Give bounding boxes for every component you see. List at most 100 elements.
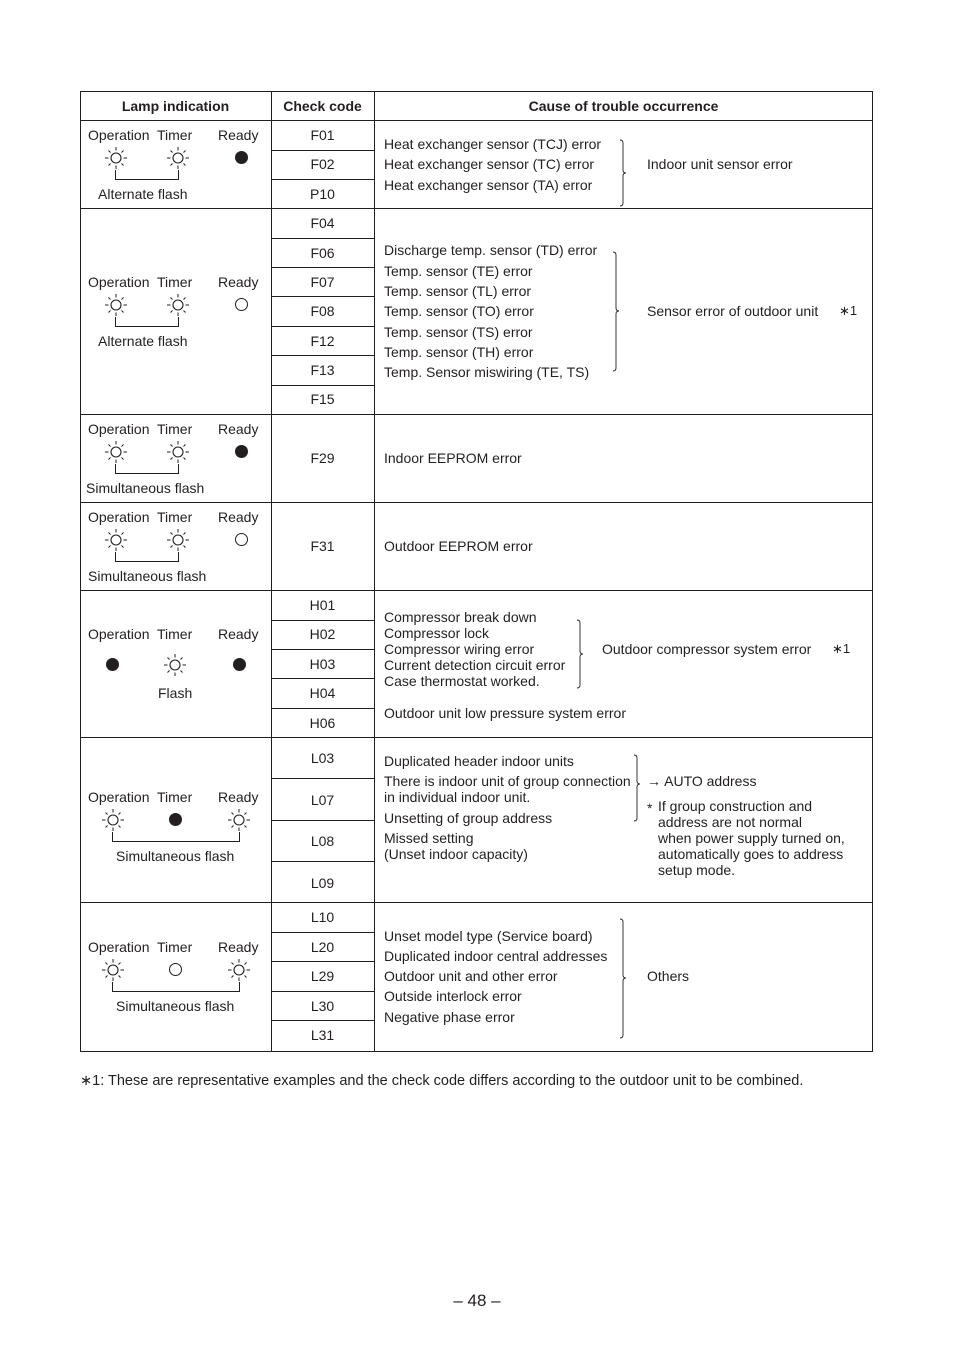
check-code: L07	[310, 792, 335, 808]
cause-text: There is indoor unit of group connection	[384, 773, 631, 789]
cause-text: Discharge temp. sensor (TD) error	[384, 242, 598, 258]
group-divider	[80, 590, 873, 591]
flash-pattern-label: Simultaneous flash	[116, 848, 235, 864]
cause-text: Unset model type (Service board)	[384, 928, 593, 944]
code-divider	[271, 861, 374, 862]
flash-pattern-label: Simultaneous flash	[116, 998, 235, 1014]
check-code: L09	[310, 875, 335, 891]
check-code: L10	[310, 909, 335, 925]
flash-link-bracket	[115, 317, 179, 327]
cause-summary: Sensor error of outdoor unit	[647, 303, 819, 319]
cause-summary: Outdoor compressor system error	[602, 641, 812, 657]
lamp-label-timer: Timer	[157, 421, 193, 437]
lamp-off-icon	[235, 533, 248, 546]
brace-icon	[576, 619, 584, 689]
lamp-label-ready: Ready	[218, 274, 259, 290]
flash-link-bracket	[112, 832, 240, 842]
check-code: L03	[310, 750, 335, 766]
group-divider	[80, 902, 873, 903]
cause-text: Temp. Sensor miswiring (TE, TS)	[384, 364, 590, 380]
lamp-label-operation: Operation	[88, 789, 150, 805]
check-code: F13	[310, 362, 335, 378]
footnote-ref: ∗1	[832, 641, 851, 656]
check-code: H03	[309, 656, 336, 672]
lamp-label-operation: Operation	[88, 274, 150, 290]
header-lamp-indication: Lamp indication	[121, 98, 230, 114]
cause-text: Heat exchanger sensor (TC) error	[384, 156, 595, 172]
footnote: ∗1: These are representative examples an…	[80, 1073, 804, 1089]
lamp-flash-icon	[165, 145, 191, 171]
check-code: F06	[310, 245, 335, 261]
check-code: F01	[310, 127, 335, 143]
code-divider	[271, 385, 374, 386]
flash-link-bracket	[115, 170, 179, 180]
cause-text: Case thermostat worked.	[384, 673, 540, 689]
check-code: H04	[309, 685, 336, 701]
cause-text: Temp. sensor (TL) error	[384, 283, 532, 299]
lamp-flash-icon	[103, 527, 129, 553]
cause-text: Outdoor unit and other error	[384, 968, 558, 984]
code-divider	[271, 991, 374, 992]
lamp-on-icon	[106, 658, 119, 671]
check-code: L20	[310, 939, 335, 955]
code-divider	[271, 296, 374, 297]
header-divider	[80, 120, 873, 121]
cause-text: Compressor break down	[384, 609, 537, 625]
cause-text: Temp. sensor (TS) error	[384, 324, 533, 340]
lamp-label-operation: Operation	[88, 421, 150, 437]
group-divider	[80, 737, 873, 738]
flash-pattern-label: Flash	[158, 685, 193, 701]
code-divider	[271, 649, 374, 650]
lamp-on-icon	[233, 658, 246, 671]
cause-text: Temp. sensor (TO) error	[384, 303, 534, 319]
group-divider	[80, 414, 873, 415]
code-divider	[271, 150, 374, 151]
lamp-label-timer: Timer	[157, 939, 193, 955]
cause-text: Indoor EEPROM error	[384, 450, 522, 466]
cause-summary: → AUTO address	[647, 773, 757, 789]
lamp-label-operation: Operation	[88, 939, 150, 955]
check-code: H02	[309, 626, 336, 642]
note-text: setup mode.	[658, 862, 736, 878]
page-number: – 48 –	[453, 1291, 501, 1310]
code-divider	[271, 620, 374, 621]
lamp-label-timer: Timer	[157, 274, 193, 290]
lamp-on-icon	[235, 445, 248, 458]
code-divider	[271, 678, 374, 679]
lamp-flash-icon	[165, 439, 191, 465]
check-code: F15	[310, 391, 335, 407]
group-divider	[80, 208, 873, 209]
cause-text: Heat exchanger sensor (TCJ) error	[384, 136, 602, 152]
lamp-flash-icon	[103, 439, 129, 465]
cause-summary: Others	[647, 968, 690, 984]
cause-text: Negative phase error	[384, 1009, 515, 1025]
cause-text: Current detection circuit error	[384, 657, 566, 673]
lamp-label-ready: Ready	[218, 509, 259, 525]
lamp-off-icon	[169, 963, 182, 976]
lamp-label-ready: Ready	[218, 789, 259, 805]
cause-text: Duplicated indoor central addresses	[384, 948, 608, 964]
code-divider	[271, 179, 374, 180]
code-divider	[271, 961, 374, 962]
check-code: L08	[310, 833, 335, 849]
lamp-off-icon	[235, 298, 248, 311]
check-code: F29	[310, 450, 335, 466]
check-code: H06	[309, 715, 336, 731]
column-divider	[271, 91, 272, 1052]
lamp-flash-icon	[226, 957, 252, 983]
brace-icon	[633, 754, 641, 822]
check-code: L30	[310, 998, 335, 1014]
header-cause: Cause of trouble occurrence	[528, 98, 719, 114]
code-divider	[271, 267, 374, 268]
note-asterisk: *	[647, 800, 653, 816]
cause-text: Duplicated header indoor units	[384, 753, 574, 769]
lamp-label-timer: Timer	[157, 626, 193, 642]
lamp-flash-icon	[100, 807, 126, 833]
note-text: address are not normal	[658, 814, 802, 830]
cause-text: Outdoor unit low pressure system error	[384, 705, 626, 721]
lamp-flash-icon	[103, 292, 129, 318]
lamp-label-timer: Timer	[157, 789, 193, 805]
code-divider	[271, 932, 374, 933]
lamp-label-timer: Timer	[157, 509, 193, 525]
note-text: when power supply turned on,	[658, 830, 845, 846]
